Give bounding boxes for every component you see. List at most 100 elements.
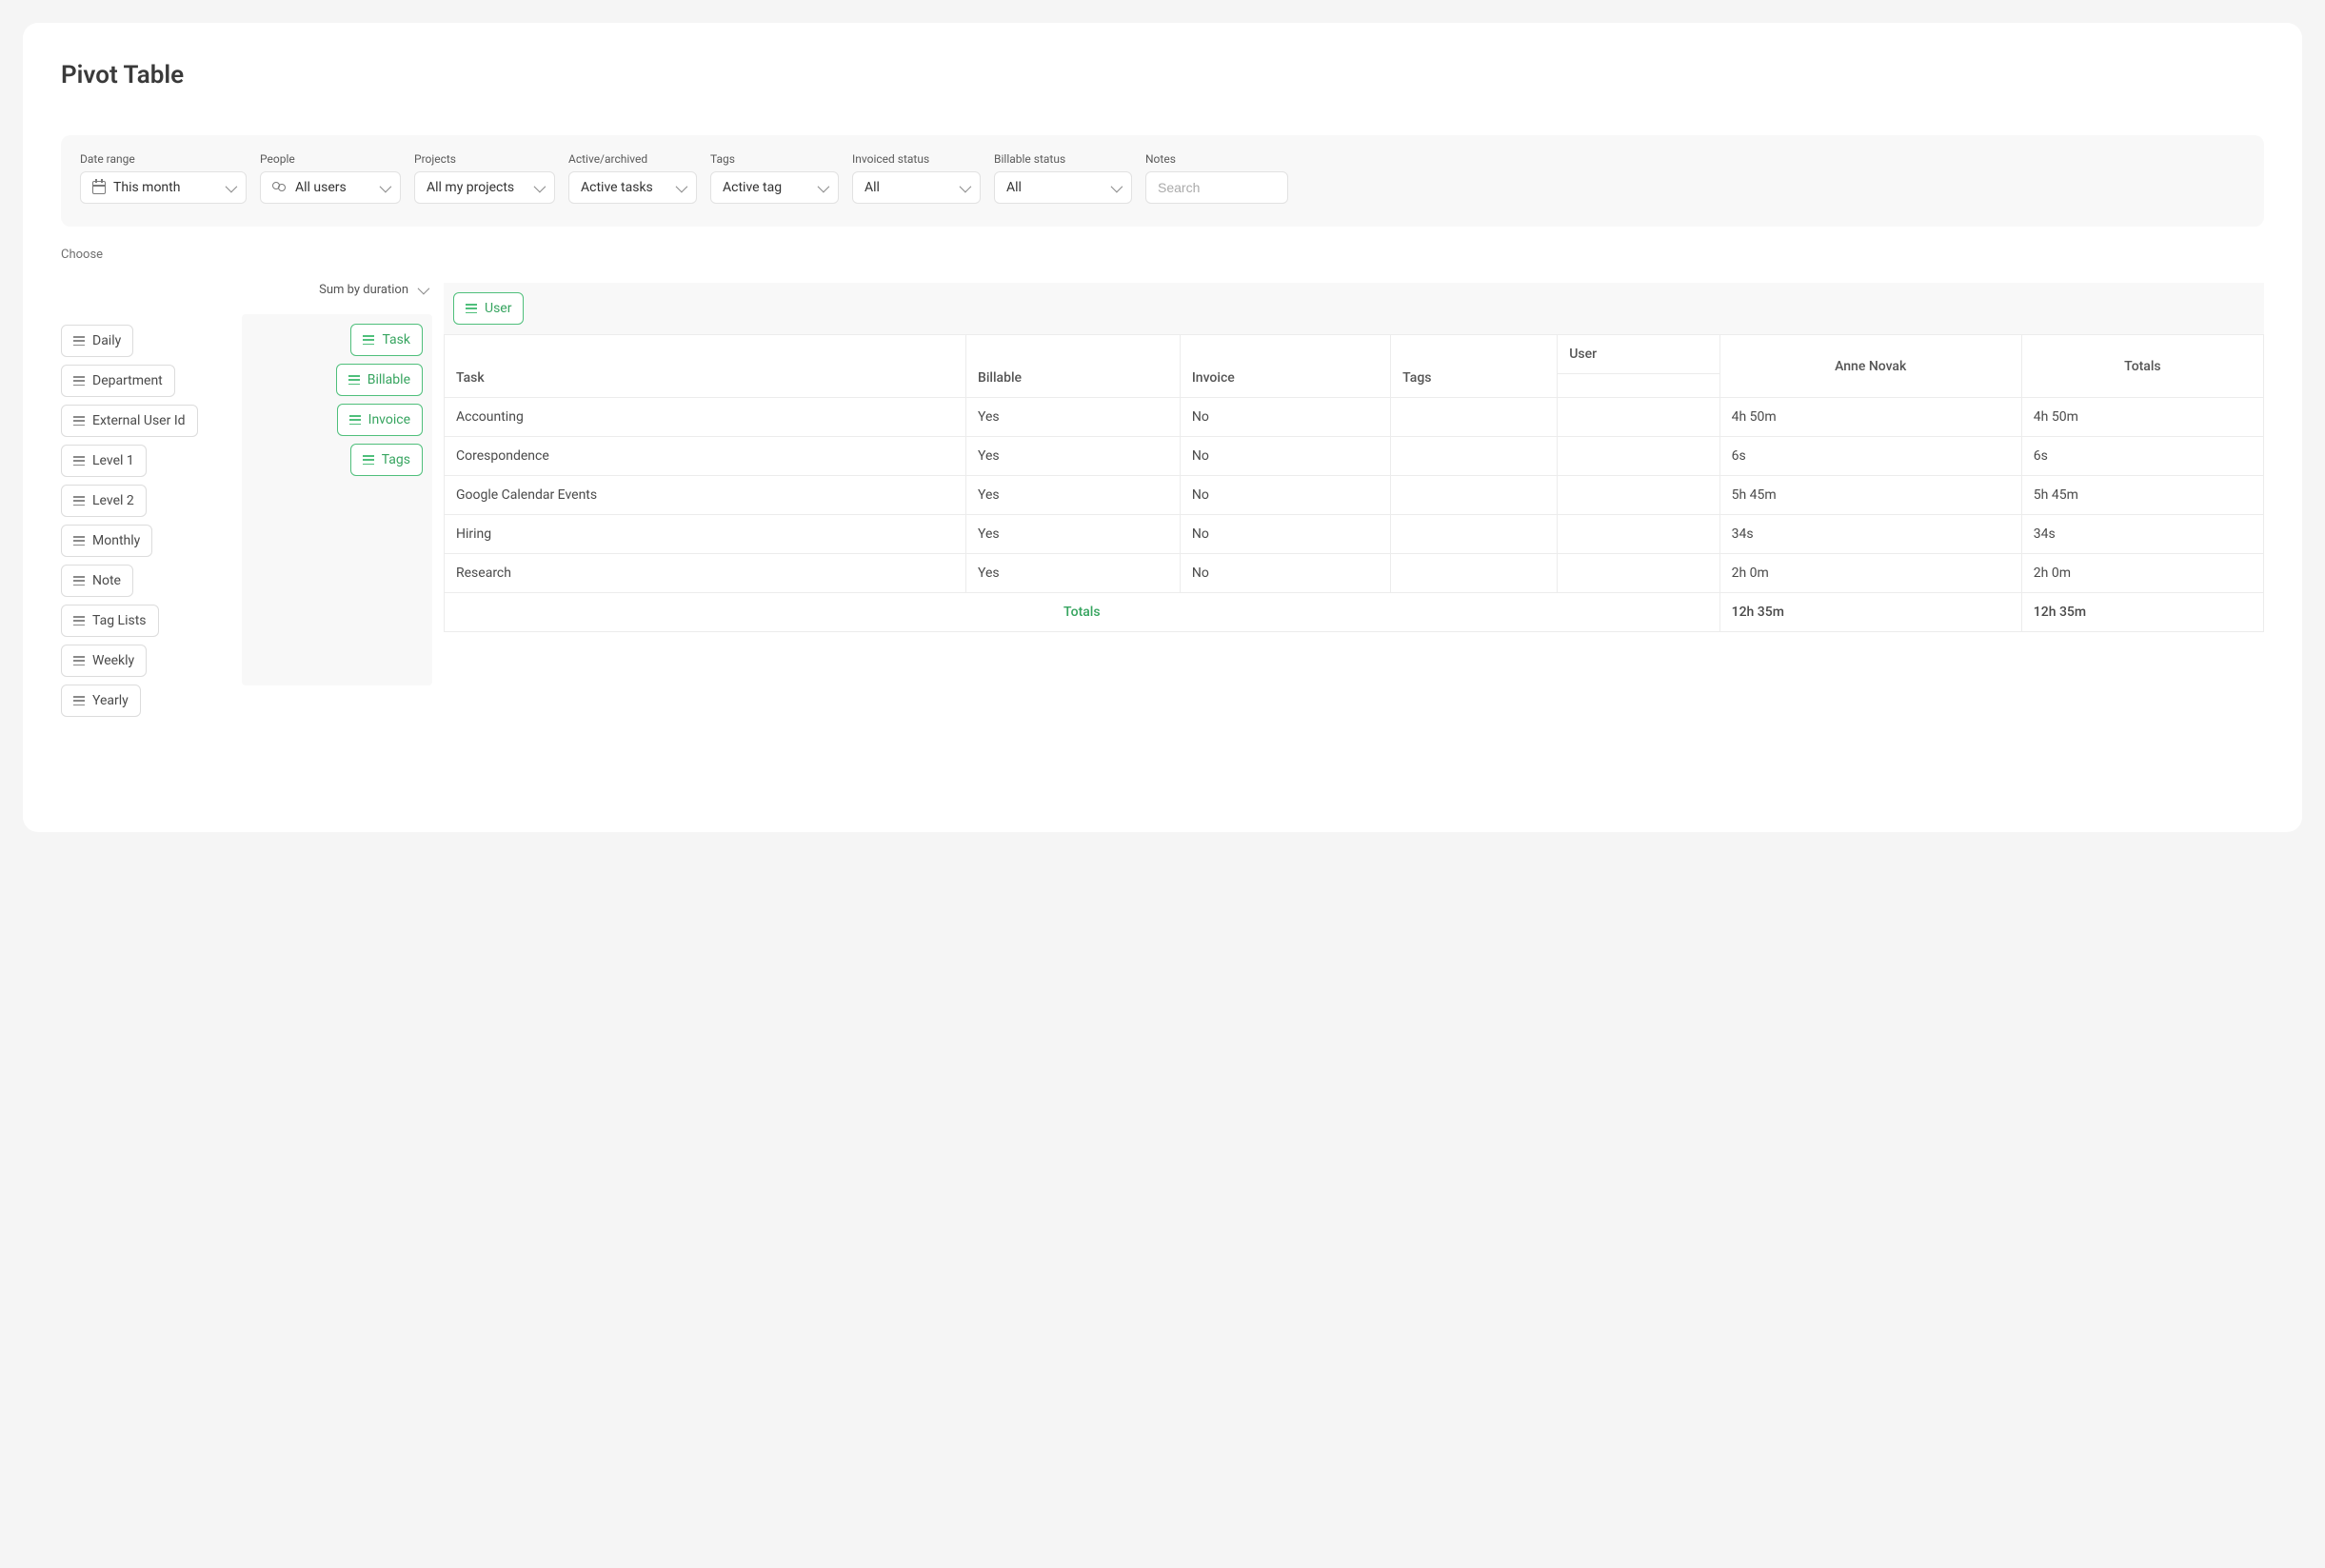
chip-label: Yearly bbox=[92, 693, 129, 708]
col-header-tags: Tags bbox=[1391, 335, 1558, 398]
available-dim-chip[interactable]: Weekly bbox=[61, 645, 147, 677]
filter-people: People All users bbox=[260, 152, 401, 204]
cell-billable: Yes bbox=[966, 398, 1181, 437]
projects-dropdown[interactable]: All my projects bbox=[414, 171, 555, 204]
cell-invoice: No bbox=[1180, 398, 1390, 437]
table-row: CorespondenceYesNo6s6s bbox=[445, 437, 2264, 476]
available-dim-chip[interactable]: Department bbox=[61, 365, 175, 397]
calendar-icon bbox=[92, 181, 106, 194]
date-range-dropdown[interactable]: This month bbox=[80, 171, 247, 204]
available-dim-chip[interactable]: Note bbox=[61, 565, 133, 597]
filter-date-range: Date range This month bbox=[80, 152, 247, 204]
drag-handle-icon bbox=[73, 536, 85, 546]
sum-by-dropdown[interactable]: Sum by duration bbox=[319, 283, 432, 297]
choose-label: Choose bbox=[61, 248, 2264, 262]
invoiced-dropdown[interactable]: All bbox=[852, 171, 981, 204]
available-dimensions: Daily Department External User Id Level 1 Le… bbox=[61, 283, 242, 717]
chip-label: Department bbox=[92, 373, 163, 388]
cell-user-spacer bbox=[1558, 515, 1719, 554]
cell-tags bbox=[1391, 398, 1558, 437]
col-header-empty bbox=[1558, 374, 1719, 398]
column-dim-chip-user[interactable]: User bbox=[453, 292, 524, 325]
chip-label: Invoice bbox=[368, 412, 410, 427]
available-dim-chip[interactable]: Yearly bbox=[61, 685, 141, 717]
drag-handle-icon bbox=[73, 696, 85, 705]
available-dim-chip[interactable]: Daily bbox=[61, 325, 133, 357]
chip-label: Weekly bbox=[92, 653, 134, 668]
column-dimension-zone: User bbox=[444, 283, 2264, 334]
drag-handle-icon bbox=[73, 456, 85, 466]
drag-handle-icon bbox=[73, 576, 85, 586]
cell-task: Accounting bbox=[445, 398, 966, 437]
pivot-card: Pivot Table Date range This month People… bbox=[23, 23, 2302, 832]
drag-handle-icon bbox=[73, 376, 85, 386]
cell-invoice: No bbox=[1180, 515, 1390, 554]
drag-handle-icon bbox=[73, 656, 85, 665]
chevron-down-icon bbox=[418, 286, 427, 294]
chip-label: Monthly bbox=[92, 533, 140, 548]
drag-handle-icon bbox=[73, 616, 85, 625]
date-range-value: This month bbox=[113, 180, 180, 195]
available-dim-chip[interactable]: Level 2 bbox=[61, 485, 147, 517]
billable-dropdown[interactable]: All bbox=[994, 171, 1132, 204]
cell-tags bbox=[1391, 554, 1558, 593]
cell-value: 2h 0m bbox=[1719, 554, 2021, 593]
drag-handle-icon bbox=[349, 415, 361, 425]
filter-label: Invoiced status bbox=[852, 152, 981, 166]
filter-active: Active/archived Active tasks bbox=[568, 152, 697, 204]
filter-label: Active/archived bbox=[568, 152, 697, 166]
filters-panel: Date range This month People All users P… bbox=[61, 135, 2264, 227]
col-header-user-name: Anne Novak bbox=[1719, 335, 2021, 398]
cell-billable: Yes bbox=[966, 437, 1181, 476]
row-dim-chip[interactable]: Invoice bbox=[337, 404, 423, 436]
cell-user-spacer bbox=[1558, 476, 1719, 515]
cell-tags bbox=[1391, 476, 1558, 515]
billable-value: All bbox=[1006, 180, 1022, 195]
available-dim-chip[interactable]: Tag Lists bbox=[61, 605, 159, 637]
cell-invoice: No bbox=[1180, 437, 1390, 476]
chip-label: Note bbox=[92, 573, 121, 588]
table-row: ResearchYesNo2h 0m2h 0m bbox=[445, 554, 2264, 593]
row-dim-chip[interactable]: Task bbox=[350, 324, 423, 356]
row-dim-chip[interactable]: Billable bbox=[336, 364, 423, 396]
available-dim-chip[interactable]: External User Id bbox=[61, 405, 198, 437]
cell-value: 34s bbox=[1719, 515, 2021, 554]
available-dim-chip[interactable]: Monthly bbox=[61, 525, 152, 557]
drag-handle-icon bbox=[73, 416, 85, 426]
active-value: Active tasks bbox=[581, 180, 653, 195]
filter-label: Billable status bbox=[994, 152, 1132, 166]
cell-billable: Yes bbox=[966, 476, 1181, 515]
chevron-down-icon bbox=[676, 184, 685, 192]
drag-handle-icon bbox=[73, 336, 85, 346]
available-dim-chip[interactable]: Level 1 bbox=[61, 445, 147, 477]
row-dim-chip[interactable]: Tags bbox=[350, 444, 423, 476]
cell-task: Hiring bbox=[445, 515, 966, 554]
chevron-down-icon bbox=[380, 184, 388, 192]
chevron-down-icon bbox=[818, 184, 826, 192]
col-header-invoice: Invoice bbox=[1180, 335, 1390, 398]
cell-invoice: No bbox=[1180, 476, 1390, 515]
active-dropdown[interactable]: Active tasks bbox=[568, 171, 697, 204]
chip-label: User bbox=[485, 301, 511, 316]
tags-dropdown[interactable]: Active tag bbox=[710, 171, 839, 204]
cell-tags bbox=[1391, 437, 1558, 476]
pivot-table-zone: User Task Billable Invoice Tags User Ann… bbox=[432, 283, 2264, 717]
table-row: AccountingYesNo4h 50m4h 50m bbox=[445, 398, 2264, 437]
filter-invoiced: Invoiced status All bbox=[852, 152, 981, 204]
people-dropdown[interactable]: All users bbox=[260, 171, 401, 204]
filter-label: Projects bbox=[414, 152, 555, 166]
page-title: Pivot Table bbox=[61, 61, 2264, 89]
chevron-down-icon bbox=[226, 184, 234, 192]
drag-handle-icon bbox=[466, 304, 477, 313]
drag-handle-icon bbox=[73, 496, 85, 506]
filter-tags: Tags Active tag bbox=[710, 152, 839, 204]
totals-row: Totals 12h 35m 12h 35m bbox=[445, 593, 2264, 632]
filter-billable: Billable status All bbox=[994, 152, 1132, 204]
cell-total: 2h 0m bbox=[2021, 554, 2263, 593]
notes-search-input[interactable] bbox=[1145, 171, 1288, 204]
cell-task: Google Calendar Events bbox=[445, 476, 966, 515]
totals-row-grand: 12h 35m bbox=[2021, 593, 2263, 632]
cell-tags bbox=[1391, 515, 1558, 554]
drag-handle-icon bbox=[363, 455, 374, 465]
col-header-billable: Billable bbox=[966, 335, 1181, 398]
